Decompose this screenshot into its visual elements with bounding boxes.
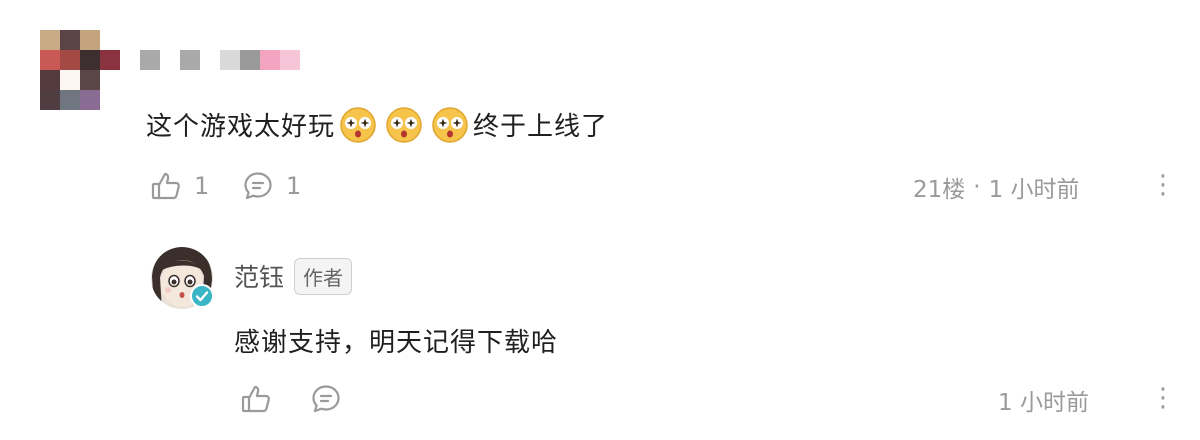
avatar-pixel	[40, 90, 60, 110]
avatar-pixel	[40, 70, 60, 90]
starstruck-face-icon	[384, 104, 424, 144]
comment-time: 1 小时前	[988, 177, 1080, 203]
name-pixel	[160, 50, 180, 70]
reply-more-options-icon[interactable]: ⋮	[1150, 385, 1176, 411]
reply-count: 1	[286, 172, 302, 200]
author-avatar[interactable]	[150, 246, 214, 310]
comment-bubble-icon	[310, 383, 342, 415]
name-pixel	[280, 50, 300, 70]
commenter-avatar-pixelated[interactable]	[40, 30, 120, 110]
avatar-pixel	[100, 50, 120, 70]
check-badge-icon	[190, 284, 214, 308]
name-pixel	[260, 50, 280, 70]
more-options-icon[interactable]: ⋮	[1150, 172, 1176, 198]
reply-time: 1 小时前	[998, 390, 1089, 416]
avatar-pixel	[80, 90, 100, 110]
name-pixel	[200, 50, 220, 70]
thumbs-up-icon	[240, 383, 272, 415]
avatar-pixel	[40, 50, 60, 70]
avatar-pixel	[80, 50, 100, 70]
comment-text: 这个游戏太好玩 终于上线了	[146, 102, 608, 146]
starstruck-face-icon	[430, 104, 470, 144]
reply-text: 感谢支持，明天记得下载哈	[234, 327, 559, 358]
thumbs-up-icon	[150, 170, 182, 202]
avatar-pixel	[60, 50, 80, 70]
author-name[interactable]: 范钰	[234, 258, 284, 294]
comment-bubble-icon	[242, 170, 274, 202]
avatar-pixel	[40, 30, 60, 50]
avatar-pixel	[100, 90, 120, 110]
reply-button[interactable]: 1	[242, 168, 301, 204]
name-pixel	[140, 50, 160, 70]
meta-separator: ·	[973, 174, 981, 200]
avatar-pixel	[100, 30, 120, 50]
avatar-pixel	[60, 90, 80, 110]
reply-author-row: 范钰 作者	[234, 257, 353, 295]
reply-reply-button[interactable]	[310, 381, 342, 417]
comment-meta: 21楼 · 1 小时前	[913, 170, 1080, 204]
author-badge: 作者	[294, 257, 353, 295]
name-pixel	[240, 50, 260, 70]
name-pixel	[220, 50, 240, 70]
comment-text-before: 这个游戏太好玩	[146, 111, 336, 142]
floor-number: 21楼	[913, 177, 966, 203]
like-button[interactable]: 1	[150, 168, 209, 204]
reply-like-button[interactable]	[240, 381, 272, 417]
like-count: 1	[194, 172, 210, 200]
avatar-pixel	[60, 70, 80, 90]
avatar-pixel	[80, 70, 100, 90]
avatar-pixel	[60, 30, 80, 50]
avatar-pixel	[100, 70, 120, 90]
name-pixel	[180, 50, 200, 70]
starstruck-face-icon	[338, 104, 378, 144]
comment-text-after: 终于上线了	[473, 111, 609, 142]
commenter-name-pixelated[interactable]	[140, 50, 300, 70]
avatar-pixel	[80, 30, 100, 50]
